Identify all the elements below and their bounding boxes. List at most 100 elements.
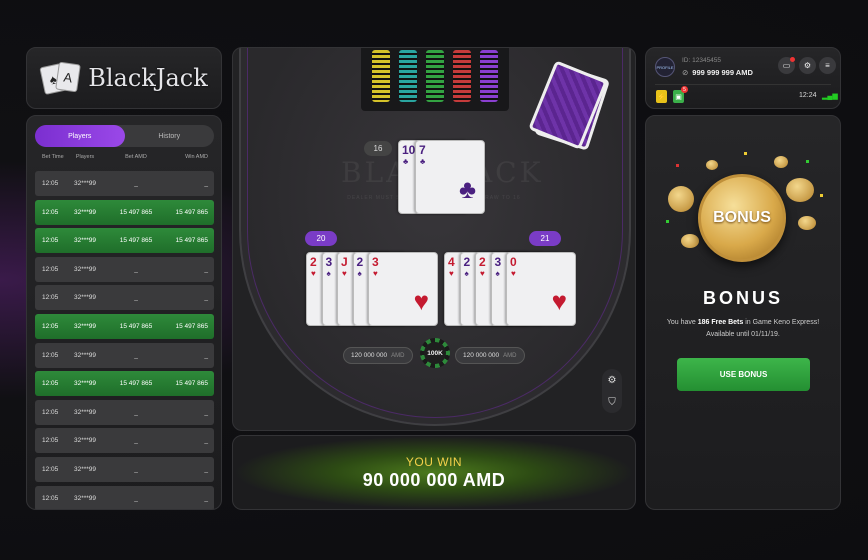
cell-bet: 15 497 865 [119,322,153,330]
gift-icon[interactable]: ▣ 5 [673,86,688,103]
chip-stack [480,50,499,102]
deck-card-back [528,60,608,150]
cell-bet: _ [134,437,138,445]
lightning-icon[interactable]: ⚡ [656,90,667,103]
left-hand-score: 20 [305,231,337,246]
cell-time: 12:05 [42,465,59,473]
players-table-header: Bet Time Players Bet AMD Win AMD [35,154,214,160]
chip-stack [371,50,390,102]
players-rows: 12:05 32***99 _ _ 12:05 32***99 15 497 865 15 4… [35,171,214,509]
tab-players[interactable]: Players [35,125,125,147]
eye-hidden-icon[interactable]: ⊘ [682,68,688,77]
cell-time: 12:05 [42,237,59,245]
card-suit-small: ♥ [449,269,454,278]
logo-text: BlackJack [88,64,208,92]
bonus-coin-icon: BONUS [698,174,786,262]
logo-cards-icon: ♠ A [39,61,82,95]
bonus-coin-text: BONUS [713,209,771,226]
logo-card-ace: A [55,61,82,93]
cell-win: _ [204,180,208,187]
left-bet-pill[interactable]: 120 000 000 AMD [343,347,413,364]
card-rank: 2 [463,255,471,269]
use-bonus-button[interactable]: USE BONUS [677,358,810,391]
cell-player: 32***99 [73,180,97,187]
cell-time: 12:05 [42,322,59,330]
logo-panel: ♠ A BlackJack [26,47,222,109]
card-rank: 4 [448,255,455,269]
card-rank: 2 [310,255,317,269]
blackjack-table: BLACKJACK DEALER MUST STAND ON 17, AND M… [232,47,636,431]
cell-player: 32***99 [73,351,97,359]
confetti-icon [744,152,747,155]
confetti-icon [806,160,809,163]
card-suit-small: ♣ [403,157,409,166]
gear-icon[interactable]: ⚙ [608,375,617,386]
cell-bet: _ [134,294,138,302]
right-bet-pill[interactable]: 120 000 000 AMD [455,347,525,364]
chip-stack [398,50,417,102]
shield-icon[interactable]: ⛉ [608,397,616,408]
bonus-panel: BONUS BONUS You have 186 Free Bets in Ga… [645,115,841,510]
table-row: 12:05 32***99 15 497 865 15 497 865 [35,228,214,254]
card-rank: 3 [325,255,333,269]
bonus-desc-line2: Available until 01/11/19. [706,331,780,338]
gift-badge: 5 [681,86,688,93]
avatar[interactable]: PROFILE [655,57,675,77]
cell-win: _ [204,465,208,473]
playing-card: 3 ♥ ♥ [368,252,438,326]
cell-time: 12:05 [42,408,59,416]
left-bet-amount: 120 000 000 [351,352,388,359]
card-rank: 2 [356,255,364,269]
confetti-icon [820,194,823,197]
cell-win: _ [204,294,208,302]
bonus-description: You have 186 Free Bets in Game Keno Expr… [652,317,834,341]
table-row: 12:05 32***99 15 497 865 15 497 865 [35,313,214,339]
clock: 12:24 [799,92,817,99]
chip-100k[interactable]: 100K [420,338,450,368]
account-balance: 999 999 999 AMD [692,68,753,77]
win-banner: YOU WIN 90 000 000 AMD [232,435,636,510]
table-row: 12:05 32***99 _ _ [35,171,214,196]
chat-icon: ▭ [782,61,791,70]
account-panel: PROFILE ID: 12345455 ⊘ 999 999 999 AMD ▭ … [645,47,841,109]
bonus-desc-pre: You have [666,319,698,326]
card-suit-large: ♥ [413,286,429,316]
cell-time: 12:05 [42,437,59,445]
cell-player: 32***99 [73,294,97,302]
menu-button[interactable]: ≡ [819,57,836,74]
col-bet-time: Bet Time [42,154,64,160]
cell-win: 15 497 865 [175,237,208,245]
cell-win: 15 497 865 [175,322,208,330]
coin-icon [798,216,816,230]
settings-button[interactable]: ⚙ [799,57,816,74]
table-row: 12:05 32***99 _ _ [35,399,214,425]
chip-label: 100K [424,342,446,364]
card-suit-small: ♥ [311,269,316,278]
card-suit-small: ♥ [480,269,485,278]
card-suit-small: ♥ [342,269,347,278]
table-row: 12:05 32***99 _ _ [35,485,214,509]
coin-icon [668,186,694,212]
chat-button[interactable]: ▭ [778,57,795,74]
card-suit-large: ♣ [458,174,476,204]
tab-history[interactable]: History [125,125,215,147]
coin-icon [681,234,699,248]
card-suit-large: ♥ [551,286,567,316]
table-row: 12:05 32***99 _ _ [35,256,214,282]
cell-player: 32***99 [73,494,97,502]
table-row: 12:05 32***99 _ _ [35,456,214,482]
cell-time: 12:05 [42,294,59,302]
account-id: ID: 12345455 [682,57,722,64]
left-bet-currency: AMD [391,352,405,359]
cell-time: 12:05 [42,180,59,187]
account-balance-row: ⊘ 999 999 999 AMD [682,68,753,77]
playing-card: 0 ♥ ♥ [506,252,576,326]
col-players: Players [75,154,95,160]
cell-bet: _ [134,408,138,416]
confetti-icon [676,164,679,167]
cell-player: 32***99 [73,380,97,388]
card-suit-small: ♠ [326,269,331,278]
playing-card: 7 ♣ ♣ [415,140,485,214]
right-bet-amount: 120 000 000 [463,352,500,359]
table-row: 12:05 32***99 15 497 865 15 497 865 [35,371,214,397]
